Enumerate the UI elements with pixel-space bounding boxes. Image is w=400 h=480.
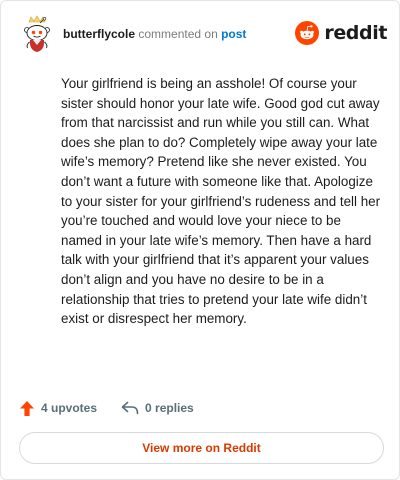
upvote-count: 4 upvotes	[41, 401, 98, 415]
view-more-button[interactable]: View more on Reddit	[19, 432, 384, 464]
reply-arrow-icon	[121, 401, 139, 415]
reddit-wordmark: reddit	[324, 22, 387, 44]
reply-count: 0 replies	[145, 401, 194, 415]
upvote-arrow-icon	[20, 400, 34, 416]
comment-actions: 4 upvotes 0 replies	[19, 397, 194, 419]
reddit-snoo-logo-icon	[295, 21, 320, 45]
username-link[interactable]: butterflycole	[63, 27, 135, 41]
user-avatar[interactable]	[17, 15, 57, 55]
comment-header: butterflycole commented on post reddit	[17, 15, 387, 55]
reply-button[interactable]: 0 replies	[121, 401, 194, 415]
upvote-button[interactable]: 4 upvotes	[19, 400, 97, 417]
action-text: commented on	[138, 27, 218, 41]
comment-text: Your girlfriend is being an asshole! Of …	[61, 76, 381, 327]
post-link[interactable]: post	[221, 27, 246, 41]
embedded-comment-card: butterflycole commented on post reddit Y…	[0, 0, 400, 480]
comment-byline: butterflycole commented on post	[63, 27, 246, 41]
snoo-avatar-icon	[17, 15, 57, 55]
reddit-logo[interactable]: reddit	[295, 19, 387, 47]
